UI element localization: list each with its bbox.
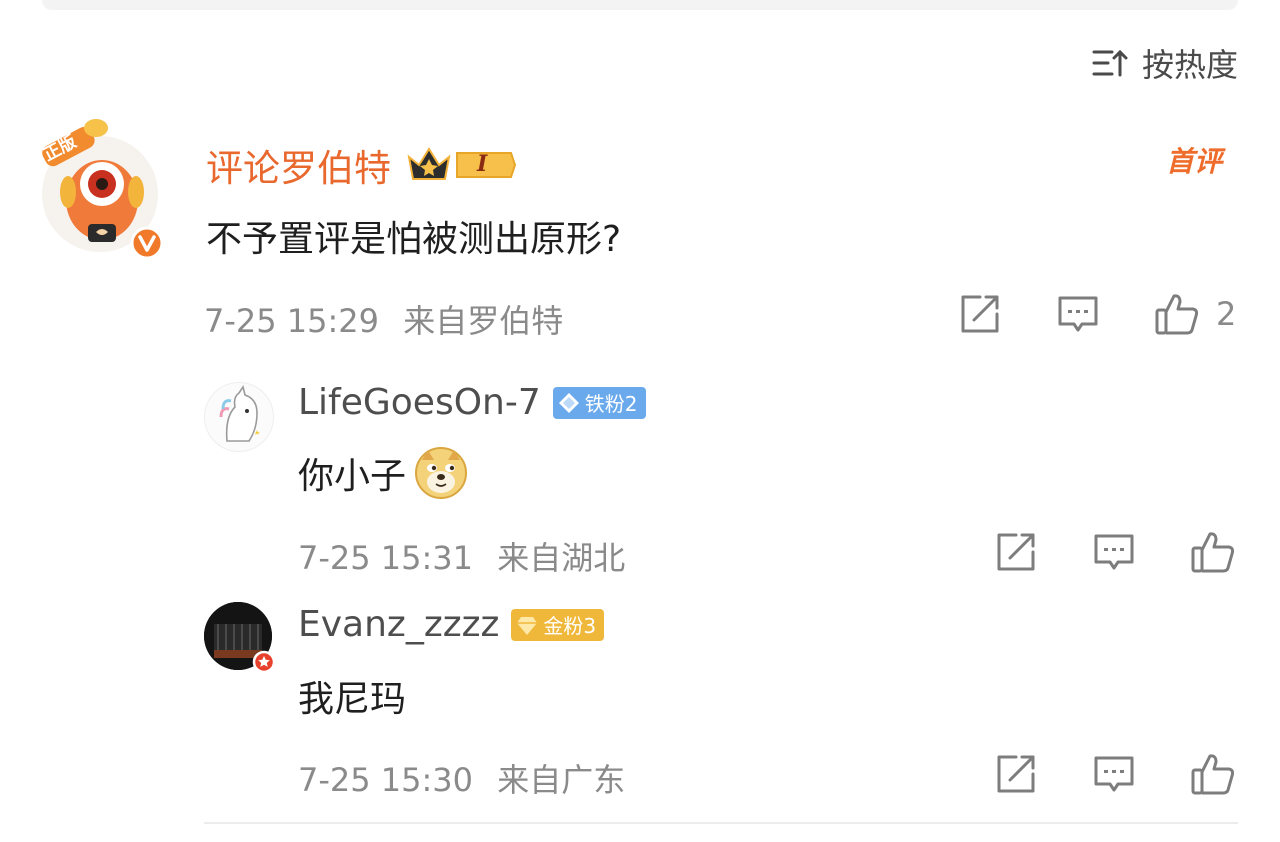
comment-meta: 7-25 15:29 来自罗伯特: [204, 296, 563, 342]
reply-timestamp: 7-25 15:30: [298, 761, 474, 799]
gem-icon: [517, 616, 538, 635]
divider: [204, 822, 1238, 824]
share-button[interactable]: [958, 292, 1002, 336]
reply-text: 我尼玛: [298, 679, 407, 720]
comment-text: 不予置评是怕被测出原形?: [206, 219, 622, 260]
comment-source: 来自罗伯特: [403, 302, 564, 340]
reply-button[interactable]: [1092, 752, 1136, 796]
reply-text-row: 你小子: [298, 446, 468, 500]
fan-badge-label: 金粉3: [543, 614, 597, 638]
reply-text-row: 我尼玛: [298, 670, 406, 722]
like-button[interactable]: 2: [1154, 292, 1236, 336]
reply-author-row: Evanz_zzzz 金粉3: [298, 604, 605, 645]
comment-author-row: 评论罗伯特 I: [206, 138, 517, 192]
fan-badge: 金粉3: [511, 608, 605, 641]
sort-label: 按热度: [1141, 46, 1238, 84]
like-icon: [1191, 754, 1235, 795]
share-icon: [961, 295, 999, 333]
share-button[interactable]: [994, 530, 1038, 574]
fan-badge-label: 铁粉2: [584, 392, 638, 416]
comment-icon: [1094, 534, 1134, 570]
level-badge-text: I: [477, 151, 488, 177]
comment-icon: [1058, 296, 1098, 332]
first-comment-badge: 首评: [1166, 140, 1222, 180]
sort-icon: [1092, 49, 1128, 77]
like-count: 2: [1216, 295, 1237, 333]
reply-source: 来自广东: [497, 761, 626, 799]
reply-timestamp: 7-25 15:31: [298, 539, 474, 577]
verified-icon: [252, 650, 276, 674]
reply-button[interactable]: [1056, 292, 1100, 336]
like-icon: [1155, 294, 1199, 335]
comment-author-name[interactable]: 评论罗伯特: [206, 138, 391, 192]
reply-actions: [994, 530, 1236, 574]
fan-badge: 铁粉2: [552, 386, 646, 419]
sort-by-hot-button[interactable]: 按热度: [1092, 40, 1238, 86]
first-comment-label: 首评: [1166, 145, 1223, 178]
top-card-edge: [42, 0, 1238, 10]
comment-icon: [1094, 756, 1134, 792]
reply-source: 来自湖北: [497, 539, 626, 577]
reply-meta: 7-25 15:30 来自广东: [298, 755, 625, 801]
level-badge: I: [405, 143, 517, 187]
avatar[interactable]: 正版: [40, 119, 164, 260]
reply-author-name[interactable]: Evanz_zzzz: [298, 604, 499, 645]
comment-actions: 2: [958, 292, 1236, 336]
share-button[interactable]: [994, 752, 1038, 796]
avatar[interactable]: [204, 382, 274, 452]
like-button[interactable]: [1190, 530, 1236, 574]
like-button[interactable]: [1190, 752, 1236, 796]
comment-timestamp: 7-25 15:29: [204, 302, 380, 340]
share-icon: [997, 533, 1035, 571]
diamond-icon: [558, 392, 579, 413]
reply-author-row: LifeGoesOn-7 铁粉2: [298, 382, 646, 423]
doge-emoji: [414, 446, 468, 500]
reply-author-name[interactable]: LifeGoesOn-7: [298, 382, 541, 423]
reply-button[interactable]: [1092, 530, 1136, 574]
reply-meta: 7-25 15:31 来自湖北: [298, 533, 625, 579]
verified-icon: [130, 226, 164, 260]
share-icon: [997, 755, 1035, 793]
like-icon: [1191, 532, 1235, 573]
reply-actions: [994, 752, 1236, 796]
reply-text: 你小子: [298, 456, 407, 497]
